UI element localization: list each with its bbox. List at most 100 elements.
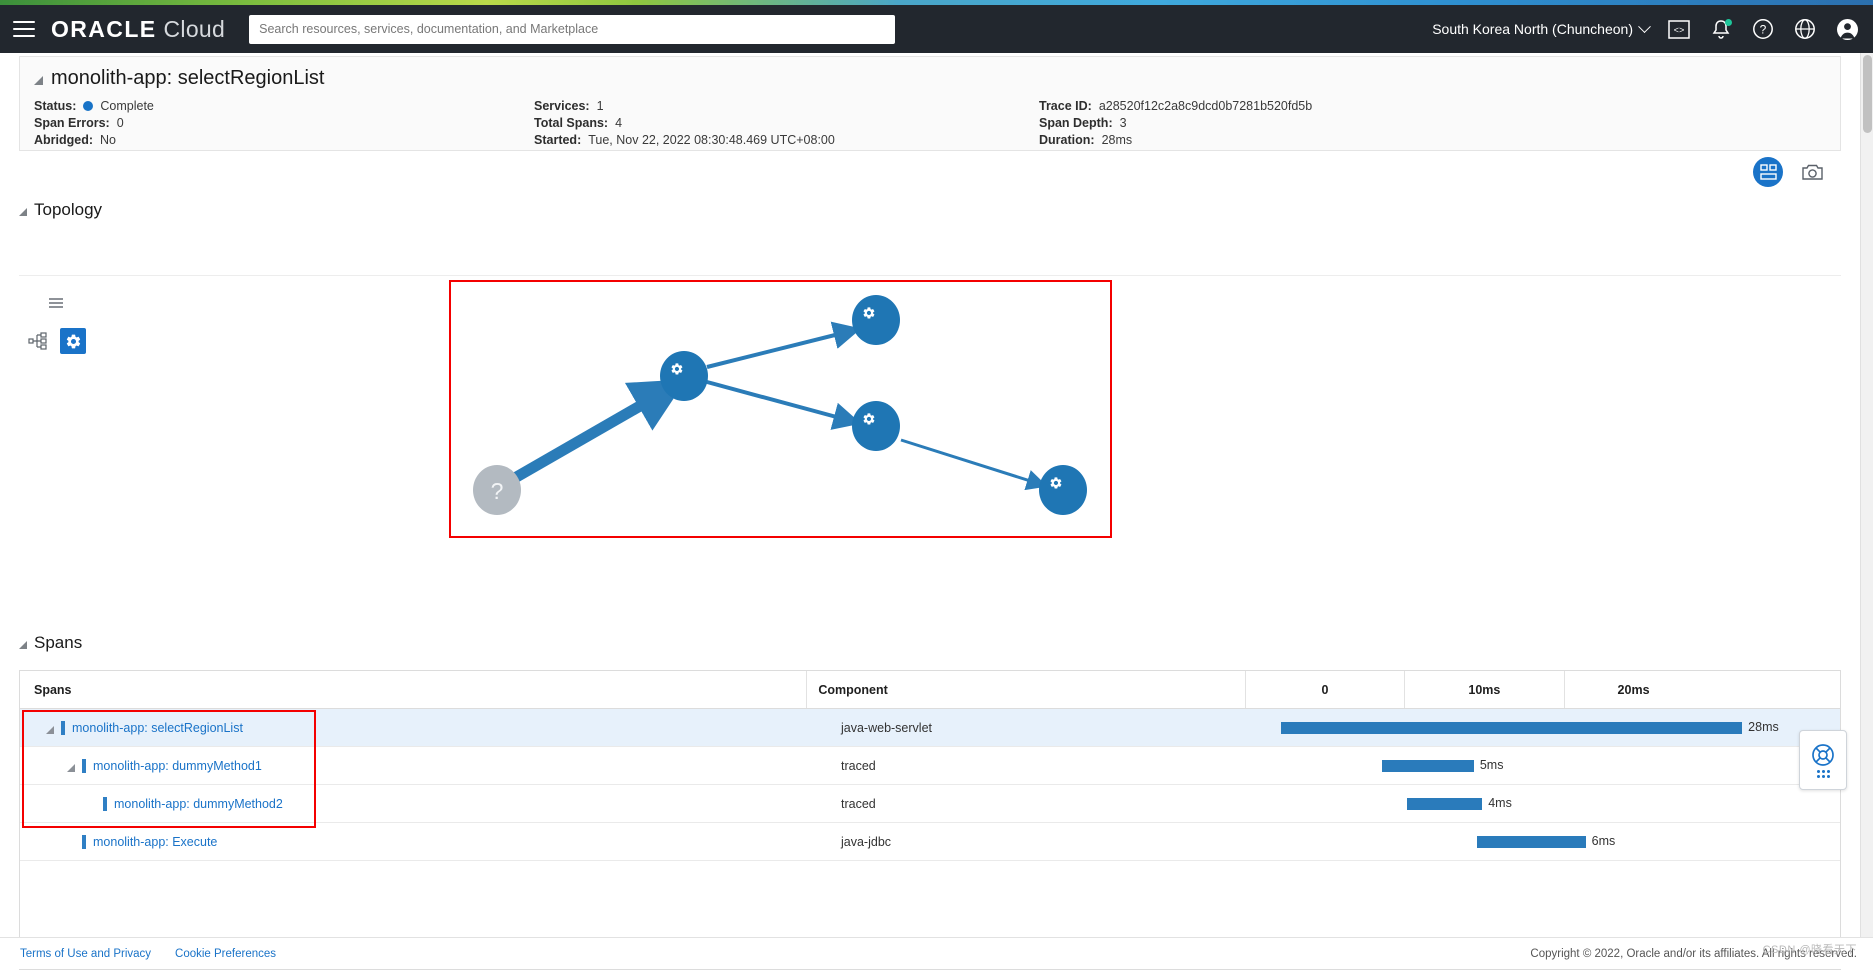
status-dot-icon bbox=[83, 101, 93, 111]
cloud-shell-icon[interactable]: <> bbox=[1667, 17, 1691, 41]
profile-icon[interactable] bbox=[1835, 17, 1859, 41]
topology-view-button[interactable] bbox=[1753, 157, 1783, 187]
global-header: ORACLE Cloud South Korea North (Chuncheo… bbox=[0, 5, 1873, 53]
detail-label: Abridged: bbox=[34, 133, 93, 147]
span-name-link[interactable]: monolith-app: selectRegionList bbox=[72, 721, 243, 735]
detail-span-depth: Span Depth: 3 bbox=[1039, 116, 1824, 130]
row-expand-triangle-icon[interactable] bbox=[67, 764, 75, 772]
region-selector[interactable]: South Korea North (Chuncheon) bbox=[1432, 21, 1649, 37]
language-icon[interactable] bbox=[1793, 17, 1817, 41]
topology-node-svc1 bbox=[660, 351, 708, 401]
detail-services: Services: 1 bbox=[534, 99, 1039, 113]
timeline-cell: 6ms bbox=[1281, 823, 1840, 860]
table-row[interactable]: monolith-app: dummyMethod2traced4ms bbox=[20, 785, 1840, 823]
list-icon[interactable] bbox=[43, 290, 69, 316]
search-input[interactable] bbox=[249, 15, 895, 44]
duration-label: 4ms bbox=[1488, 796, 1512, 810]
camera-icon[interactable] bbox=[1797, 157, 1827, 187]
brand-cloud-text: Cloud bbox=[164, 16, 226, 43]
tree-icon[interactable] bbox=[25, 328, 51, 354]
header-actions: South Korea North (Chuncheon) <> ? bbox=[1432, 17, 1859, 41]
terms-link[interactable]: Terms of Use and Privacy bbox=[20, 948, 151, 960]
duration-bar bbox=[1382, 760, 1474, 772]
view-toolbar bbox=[1753, 157, 1827, 187]
span-name-cell: monolith-app: dummyMethod2 bbox=[20, 785, 830, 822]
svg-text:<>: <> bbox=[1674, 26, 1685, 36]
column-header-spans[interactable]: Spans bbox=[20, 671, 807, 708]
topology-svg: ? bbox=[451, 282, 1110, 536]
collapse-triangle-icon[interactable] bbox=[34, 76, 43, 85]
detail-label: Span Depth: bbox=[1039, 116, 1113, 130]
span-name-link[interactable]: monolith-app: dummyMethod2 bbox=[114, 797, 283, 811]
spans-table-body: monolith-app: selectRegionList java-web-s… bbox=[20, 709, 1840, 861]
detail-value: 4 bbox=[615, 116, 622, 130]
collapse-triangle-icon[interactable] bbox=[19, 208, 27, 216]
topology-node-client: ? bbox=[473, 465, 521, 515]
span-name-link[interactable]: monolith-app: dummyMethod1 bbox=[93, 759, 262, 773]
topology-node-svc3 bbox=[852, 401, 900, 451]
row-expand-triangle-icon[interactable] bbox=[46, 726, 54, 734]
oracle-cloud-logo[interactable]: ORACLE Cloud bbox=[51, 16, 225, 43]
span-name-cell: monolith-app: dummyMethod1 bbox=[20, 747, 830, 784]
spans-table: Spans Component 0 10ms 20ms monolith-app… bbox=[19, 670, 1841, 970]
detail-abridged: Abridged: No bbox=[34, 133, 534, 147]
trace-detail-grid: Status: Complete Services: 1 Trace ID: a… bbox=[34, 99, 1824, 147]
global-search[interactable] bbox=[249, 15, 895, 44]
topology-section-label: Topology bbox=[34, 200, 102, 220]
trace-title-row: monolith-app: selectRegionList bbox=[34, 67, 1824, 90]
topology-section-header[interactable]: Topology bbox=[19, 200, 102, 220]
svg-text:?: ? bbox=[1760, 23, 1767, 37]
table-row[interactable]: monolith-app: selectRegionList java-web-s… bbox=[20, 709, 1840, 747]
column-header-component[interactable]: Component bbox=[807, 671, 1245, 708]
timeline-cell: 5ms bbox=[1281, 747, 1840, 784]
topology-graph[interactable]: ? bbox=[449, 280, 1112, 538]
detail-label: Duration: bbox=[1039, 133, 1095, 147]
detail-label: Started: bbox=[534, 133, 581, 147]
detail-trace-id: Trace ID: a28520f12c2a8c9dcd0b7281b520fd… bbox=[1039, 99, 1824, 113]
timeline-tick-10ms: 10ms bbox=[1405, 671, 1564, 708]
support-icon bbox=[1811, 743, 1835, 767]
span-color-marker bbox=[82, 759, 86, 773]
table-row[interactable]: monolith-app: dummyMethod1 traced5ms bbox=[20, 747, 1840, 785]
component-cell: java-web-servlet bbox=[830, 709, 1281, 746]
span-color-marker bbox=[82, 835, 86, 849]
detail-value: 28ms bbox=[1102, 133, 1133, 147]
trace-summary-panel: monolith-app: selectRegionList Status: C… bbox=[19, 56, 1841, 151]
spans-section-header[interactable]: Spans bbox=[19, 633, 82, 653]
topology-layout-row bbox=[25, 328, 86, 354]
detail-value: 3 bbox=[1120, 116, 1127, 130]
page-scrollbar[interactable] bbox=[1860, 53, 1873, 969]
widget-dots-icon bbox=[1817, 770, 1830, 778]
hamburger-icon[interactable] bbox=[13, 21, 35, 37]
brand-oracle-text: ORACLE bbox=[51, 16, 157, 43]
gear-icon[interactable] bbox=[60, 328, 86, 354]
topology-side-toolbar bbox=[25, 290, 86, 354]
edge-svc1-to-svc3 bbox=[707, 382, 855, 422]
status-badge: Complete bbox=[100, 99, 154, 113]
span-name-cell: monolith-app: Execute bbox=[20, 823, 830, 860]
span-name-cell: monolith-app: selectRegionList bbox=[20, 709, 830, 746]
table-row[interactable]: monolith-app: Execute java-jdbc6ms bbox=[20, 823, 1840, 861]
scrollbar-thumb[interactable] bbox=[1863, 55, 1872, 133]
cookie-preferences-link[interactable]: Cookie Preferences bbox=[175, 948, 276, 960]
timeline-tick-20ms: 20ms bbox=[1565, 671, 1840, 708]
detail-label: Status: bbox=[34, 99, 76, 113]
span-name-link[interactable]: monolith-app: Execute bbox=[93, 835, 217, 849]
help-icon[interactable]: ? bbox=[1751, 17, 1775, 41]
span-color-marker bbox=[103, 797, 107, 811]
watermark: CSDN @晓看天下 bbox=[1763, 941, 1857, 957]
support-widget[interactable] bbox=[1799, 730, 1847, 790]
duration-label: 28ms bbox=[1748, 720, 1779, 734]
detail-value: 0 bbox=[117, 116, 124, 130]
duration-bar bbox=[1477, 836, 1586, 848]
region-label: South Korea North (Chuncheon) bbox=[1432, 21, 1633, 37]
footer-links: Terms of Use and Privacy Cookie Preferen… bbox=[20, 948, 276, 960]
page-title: monolith-app: selectRegionList bbox=[51, 67, 325, 90]
component-cell: traced bbox=[830, 747, 1281, 784]
notifications-icon[interactable] bbox=[1709, 17, 1733, 41]
topology-pane: ? bbox=[19, 275, 1841, 630]
collapse-triangle-icon[interactable] bbox=[19, 641, 27, 649]
notification-badge bbox=[1725, 19, 1732, 26]
detail-value: No bbox=[100, 133, 116, 147]
component-cell: java-jdbc bbox=[830, 823, 1281, 860]
